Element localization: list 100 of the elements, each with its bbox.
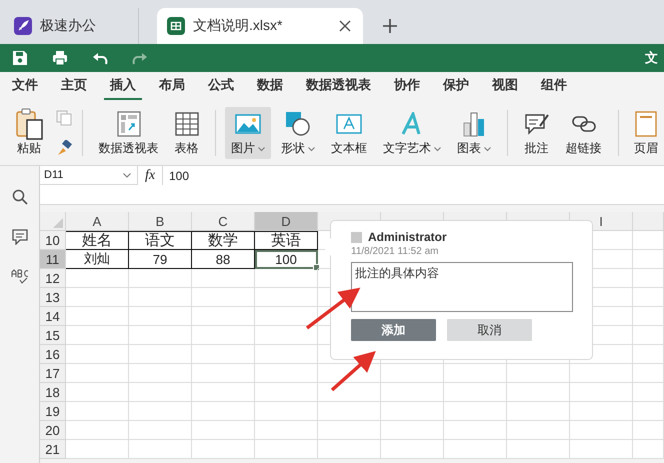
empty-cell: [192, 288, 255, 307]
empty-cell: [255, 402, 318, 421]
row-header[interactable]: 20: [40, 421, 66, 440]
ribbon-button[interactable]: 页眉: [628, 106, 664, 158]
format-brush-icon[interactable]: [56, 140, 72, 156]
row-header[interactable]: 12: [40, 269, 66, 288]
column-header[interactable]: B: [129, 212, 192, 231]
empty-cell: [570, 383, 633, 402]
table-cell: 姓名: [66, 231, 129, 250]
menu-tab[interactable]: 保护: [437, 72, 475, 100]
empty-cell: [318, 421, 381, 440]
comment-icon: [524, 112, 550, 136]
empty-cell: [633, 269, 664, 288]
empty-cell: [255, 364, 318, 383]
pointer-arrow: [306, 288, 360, 330]
empty-cell: [381, 421, 444, 440]
table-cell: 语文: [129, 231, 192, 250]
column-header[interactable]: D: [255, 212, 318, 231]
ribbon-button[interactable]: 数据透视表: [92, 106, 164, 158]
empty-cell: [192, 269, 255, 288]
row-header[interactable]: 19: [40, 402, 66, 421]
redo-icon[interactable]: [132, 51, 148, 65]
empty-cell: [444, 440, 507, 459]
empty-cell: [633, 326, 664, 345]
row-header[interactable]: 16: [40, 345, 66, 364]
menu-tab[interactable]: 数据透视表: [300, 72, 377, 100]
empty-cell: [192, 307, 255, 326]
spell-check-icon[interactable]: [10, 269, 28, 285]
empty-cell: [633, 402, 664, 421]
column-header[interactable]: C: [192, 212, 255, 231]
ribbon-button[interactable]: 图片: [225, 106, 271, 158]
search-icon[interactable]: [12, 189, 28, 205]
comment-icon[interactable]: [12, 229, 28, 245]
ribbon-button[interactable]: 文字艺术: [377, 106, 447, 158]
menu-tab[interactable]: 协作: [388, 72, 426, 100]
menu-tab[interactable]: 主页: [55, 72, 93, 100]
table-cell: 英语: [255, 231, 318, 250]
empty-cell: [192, 402, 255, 421]
document-tab[interactable]: 文档说明.xlsx*: [157, 8, 363, 44]
comment-input[interactable]: 批注的具体内容: [351, 262, 573, 312]
row-header[interactable]: 17: [40, 364, 66, 383]
function-button[interactable]: fx: [138, 166, 163, 185]
ribbon-button[interactable]: 超链接: [560, 106, 608, 158]
empty-cell: [255, 345, 318, 364]
row-header[interactable]: 13: [40, 288, 66, 307]
empty-cell: [192, 440, 255, 459]
empty-cell: [633, 383, 664, 402]
menu-tab[interactable]: 视图: [486, 72, 524, 100]
ribbon-button[interactable]: 形状: [275, 106, 321, 158]
ribbon-button[interactable]: 批注: [518, 106, 556, 158]
empty-cell: [633, 250, 664, 269]
plus-icon[interactable]: [383, 19, 397, 33]
ribbon-button[interactable]: 文本框: [325, 106, 373, 158]
empty-cell: [129, 440, 192, 459]
fill-handle[interactable]: [313, 264, 320, 271]
save-icon[interactable]: [12, 50, 28, 66]
empty-cell: [507, 402, 570, 421]
row-header[interactable]: 14: [40, 307, 66, 326]
empty-cell: [507, 383, 570, 402]
row-header[interactable]: 15: [40, 326, 66, 345]
empty-cell: [192, 345, 255, 364]
row-header[interactable]: 10: [40, 231, 66, 250]
empty-cell: [381, 402, 444, 421]
empty-cell: [129, 288, 192, 307]
add-button[interactable]: 添加: [351, 319, 436, 341]
empty-cell: [192, 383, 255, 402]
menu-tab[interactable]: 布局: [153, 72, 191, 100]
empty-cell: [570, 421, 633, 440]
menu-tab[interactable]: 文件: [6, 72, 44, 100]
ribbon-button[interactable]: 粘贴: [8, 106, 50, 158]
menu-tab[interactable]: 组件: [535, 72, 573, 100]
column-header[interactable]: A: [66, 212, 129, 231]
menu-tab[interactable]: 插入: [104, 72, 142, 100]
undo-icon[interactable]: [92, 51, 108, 65]
empty-cell: [633, 440, 664, 459]
empty-cell: [444, 383, 507, 402]
empty-cell: [318, 364, 381, 383]
row-header[interactable]: 11: [40, 250, 66, 269]
shapes-icon: [285, 110, 311, 136]
empty-cell: [129, 326, 192, 345]
formula-input[interactable]: 100: [163, 166, 196, 204]
spreadsheet-icon: [167, 17, 185, 35]
empty-cell: [192, 364, 255, 383]
ribbon-button[interactable]: 图表: [451, 106, 497, 158]
empty-cell: [129, 421, 192, 440]
table-cell: 100: [255, 250, 318, 269]
menu-tab[interactable]: 公式: [202, 72, 240, 100]
empty-cell: [255, 421, 318, 440]
row-header[interactable]: 21: [40, 440, 66, 459]
close-icon[interactable]: [339, 20, 351, 32]
print-icon[interactable]: [52, 50, 68, 66]
image-icon: [235, 114, 261, 134]
ribbon-button[interactable]: 表格: [168, 106, 204, 158]
menu-tab[interactable]: 数据: [251, 72, 289, 100]
cancel-button[interactable]: 取消: [447, 319, 532, 341]
empty-cell: [192, 421, 255, 440]
name-box[interactable]: D11: [40, 166, 138, 185]
row-header[interactable]: 18: [40, 383, 66, 402]
empty-cell: [633, 345, 664, 364]
empty-cell: [444, 421, 507, 440]
